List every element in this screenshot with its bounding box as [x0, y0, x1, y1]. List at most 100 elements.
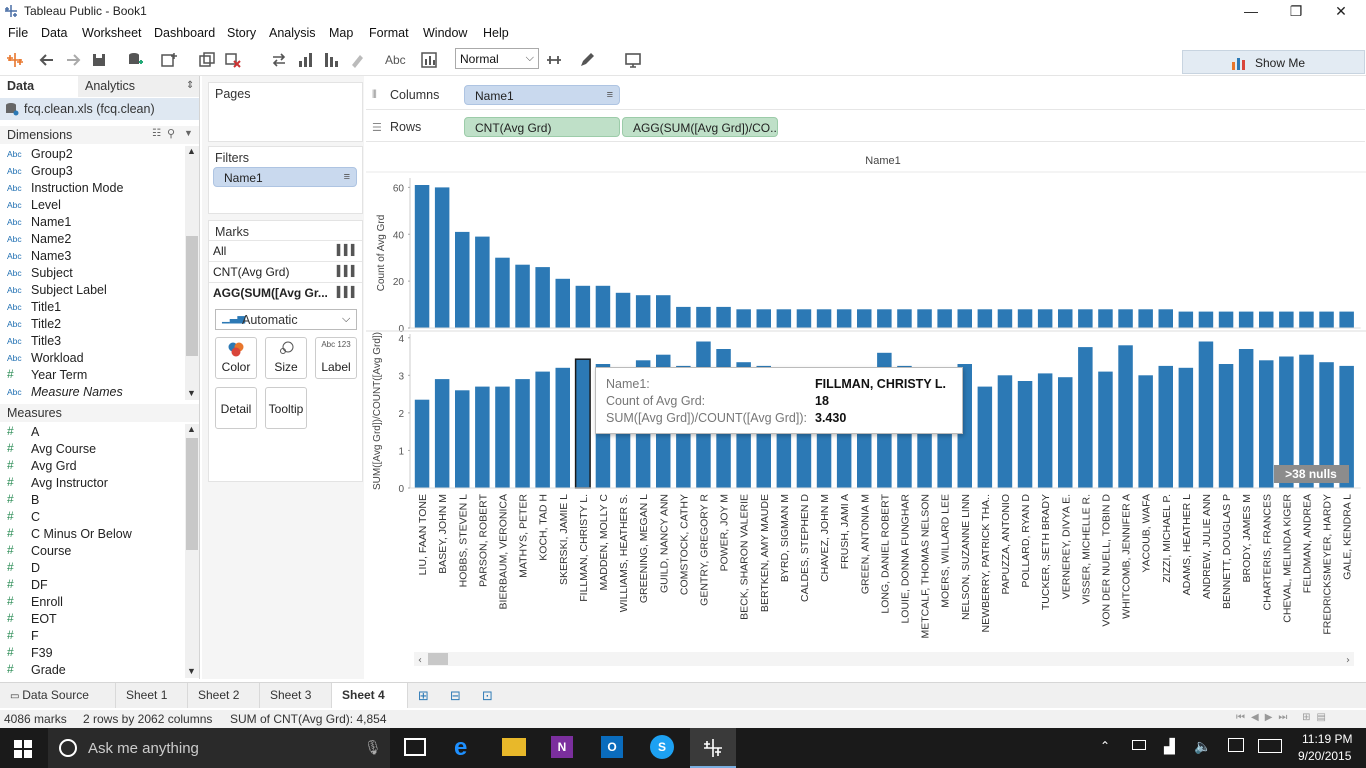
- measure-field[interactable]: # Course: [0, 543, 186, 560]
- dimension-field[interactable]: # Year Term: [0, 367, 186, 384]
- fix-axes-icon[interactable]: [545, 51, 563, 69]
- menu-dashboard[interactable]: Dashboard: [154, 26, 215, 40]
- sheet-navigation-icons[interactable]: ⏮◀▶⏭ ⊞▤: [1236, 712, 1332, 723]
- scroll-down-icon[interactable]: ▼: [187, 388, 196, 398]
- measure-field[interactable]: # Enroll: [0, 594, 186, 611]
- measure-field[interactable]: # EOT: [0, 611, 186, 628]
- measure-field[interactable]: # F39: [0, 645, 186, 662]
- view-list-icon[interactable]: ☷: [152, 128, 161, 139]
- network-icon[interactable]: ▟: [1164, 738, 1175, 755]
- measure-field[interactable]: # Avg Instructor: [0, 475, 186, 492]
- menu-file[interactable]: File: [8, 26, 28, 40]
- rows-shelf[interactable]: ☰ Rows CNT(Avg Grd) AGG(SUM([Avg Grd])/C…: [366, 114, 1365, 142]
- swap-icon[interactable]: [270, 51, 288, 69]
- scroll-down-icon[interactable]: ▼: [187, 666, 196, 676]
- tableau-taskbar-button[interactable]: [690, 728, 736, 768]
- marks-all-row[interactable]: All ▌▌▌: [209, 240, 362, 260]
- file-explorer-icon[interactable]: [502, 738, 526, 756]
- measure-field[interactable]: # D: [0, 560, 186, 577]
- undo-icon[interactable]: [38, 51, 56, 69]
- minimize-button[interactable]: —: [1228, 0, 1274, 22]
- new-worksheet-tab-icon[interactable]: ⊞: [418, 688, 429, 704]
- windows-start-icon[interactable]: [14, 740, 32, 758]
- dimension-field[interactable]: Abc Level: [0, 197, 186, 214]
- filters-card[interactable]: Filters Name1 ≡: [208, 146, 363, 214]
- tableau-logo-icon[interactable]: [6, 51, 24, 69]
- task-view-icon[interactable]: [404, 738, 426, 756]
- datasource-row[interactable]: fcq.clean.xls (fcq.clean): [0, 98, 199, 120]
- tab-data[interactable]: Data: [0, 76, 78, 97]
- tab-analytics[interactable]: Analytics: [78, 76, 199, 97]
- measure-field[interactable]: # C Minus Or Below: [0, 526, 186, 543]
- pane-menu-icon[interactable]: ⇕: [186, 80, 194, 91]
- new-dashboard-tab-icon[interactable]: ⊟: [450, 688, 461, 704]
- show-labels-button[interactable]: Abc: [385, 53, 406, 67]
- restore-button[interactable]: ❐: [1273, 0, 1319, 22]
- highlight-icon[interactable]: [348, 51, 366, 69]
- menu-map[interactable]: Map: [329, 26, 353, 40]
- sort-ascending-icon[interactable]: [296, 51, 314, 69]
- menu-story[interactable]: Story: [227, 26, 256, 40]
- menu-window[interactable]: Window: [423, 26, 467, 40]
- search-icon[interactable]: ⚲: [167, 127, 175, 140]
- columns-pill-name1[interactable]: Name1 ≡: [464, 85, 620, 105]
- marks-cnt-row[interactable]: CNT(Avg Grd) ▌▌▌: [209, 261, 362, 281]
- tooltip-button[interactable]: Tooltip: [265, 387, 307, 429]
- marks-agg-row[interactable]: AGG(SUM([Avg Gr... ▌▌▌: [209, 282, 362, 302]
- tab-data-source[interactable]: ▭ Data Source: [0, 683, 116, 708]
- tab-sheet-3[interactable]: Sheet 3: [260, 683, 332, 708]
- action-center-icon[interactable]: [1228, 738, 1244, 752]
- dimension-field[interactable]: Abc Instruction Mode: [0, 180, 186, 197]
- dimension-field[interactable]: Abc Group3: [0, 163, 186, 180]
- columns-shelf[interactable]: ⦀ Columns Name1 ≡: [366, 82, 1365, 110]
- redo-icon[interactable]: [64, 51, 82, 69]
- dimension-field[interactable]: Abc Workload: [0, 350, 186, 367]
- presentation-mode-icon[interactable]: [624, 51, 642, 69]
- dimensions-menu-icon[interactable]: ▼: [184, 128, 193, 138]
- scroll-up-icon[interactable]: ▲: [187, 424, 196, 434]
- close-button[interactable]: ✕: [1318, 0, 1364, 22]
- color-button[interactable]: Color: [215, 337, 257, 379]
- measures-scroll-thumb[interactable]: [186, 438, 198, 550]
- microphone-icon[interactable]: 🎙: [364, 739, 382, 756]
- size-button[interactable]: Size: [265, 337, 307, 379]
- dimension-field[interactable]: Abc Measure Names: [0, 384, 186, 401]
- label-button[interactable]: Abc 123 Label: [315, 337, 357, 379]
- volume-icon[interactable]: 🔈: [1194, 738, 1211, 755]
- rows-pill-agg[interactable]: AGG(SUM([Avg Grd])/CO..: [622, 117, 778, 137]
- skype-icon[interactable]: S: [650, 735, 674, 759]
- chevron-up-icon[interactable]: ⌃: [1100, 739, 1110, 753]
- mark-type-dropdown[interactable]: ▁▃▅ Automatic ⌵: [215, 309, 357, 330]
- scroll-up-icon[interactable]: ▲: [187, 146, 196, 156]
- filter-pill-name1[interactable]: Name1 ≡: [213, 167, 357, 187]
- onenote-icon[interactable]: N: [551, 736, 573, 758]
- dimension-field[interactable]: Abc Title3: [0, 333, 186, 350]
- new-worksheet-icon[interactable]: [160, 51, 178, 69]
- measure-field[interactable]: # Grade: [0, 662, 186, 679]
- dimension-field[interactable]: Abc Subject: [0, 265, 186, 282]
- dimensions-scroll-thumb[interactable]: [186, 236, 198, 356]
- dimension-field[interactable]: Abc Title2: [0, 316, 186, 333]
- tab-sheet-1[interactable]: Sheet 1: [116, 683, 188, 708]
- clock-date[interactable]: 9/20/2015: [1298, 749, 1351, 763]
- sort-descending-icon[interactable]: [322, 51, 340, 69]
- dimension-field[interactable]: Abc Subject Label: [0, 282, 186, 299]
- cortana-search-box[interactable]: Ask me anything 🎙: [48, 728, 390, 768]
- new-datasource-icon[interactable]: [126, 51, 144, 69]
- detail-button[interactable]: Detail: [215, 387, 257, 429]
- dimensions-scrollbar[interactable]: ▲ ▼: [185, 146, 199, 400]
- dimension-field[interactable]: Abc Title1: [0, 299, 186, 316]
- horizontal-scrollbar[interactable]: [414, 652, 1354, 666]
- tab-sheet-4[interactable]: Sheet 4: [332, 683, 408, 708]
- dimension-field[interactable]: Abc Name3: [0, 248, 186, 265]
- menu-worksheet[interactable]: Worksheet: [82, 26, 142, 40]
- measure-field[interactable]: # DF: [0, 577, 186, 594]
- edge-browser-icon[interactable]: e: [454, 734, 467, 762]
- menu-analysis[interactable]: Analysis: [269, 26, 316, 40]
- show-me-button[interactable]: Show Me: [1182, 50, 1365, 74]
- outlook-icon[interactable]: O: [601, 736, 623, 758]
- tab-sheet-2[interactable]: Sheet 2: [188, 683, 260, 708]
- duplicate-sheet-icon[interactable]: [198, 51, 216, 69]
- measure-field[interactable]: # Avg Course: [0, 441, 186, 458]
- measure-field[interactable]: # A: [0, 424, 186, 441]
